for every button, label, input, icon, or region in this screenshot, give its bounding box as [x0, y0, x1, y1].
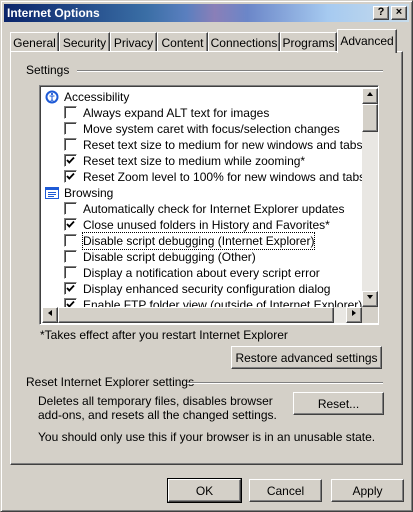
arrow-right-icon	[352, 310, 356, 316]
setting-item[interactable]: Display enhanced security configuration …	[42, 281, 362, 297]
checkbox-checked[interactable]	[64, 170, 77, 183]
setting-label: Reset Zoom level to 100% for new windows…	[83, 170, 362, 184]
settings-divider	[77, 70, 383, 72]
restore-advanced-settings-button[interactable]: Restore advanced settings	[231, 346, 382, 369]
setting-item[interactable]: Automatically check for Internet Explore…	[42, 201, 362, 217]
window-title: Internet Options	[7, 6, 100, 20]
reset-description-line1: Deletes all temporary files, disables br…	[38, 394, 273, 408]
reset-button[interactable]: Reset...	[293, 392, 384, 415]
reset-description-line2: add-ons, and resets all the changed sett…	[38, 408, 277, 422]
category-browsing: Browsing	[42, 185, 362, 201]
arrow-down-icon	[367, 295, 373, 299]
check-icon	[66, 300, 75, 307]
tab-programs[interactable]: Programs	[280, 32, 337, 52]
checkbox[interactable]	[64, 250, 77, 263]
setting-label: Reset text size to medium for new window…	[83, 138, 362, 152]
checkbox[interactable]	[64, 234, 77, 247]
category-label: Accessibility	[64, 90, 130, 104]
advanced-tab-panel: Settings Accessibility Always expand ALT…	[10, 51, 403, 465]
tab-advanced[interactable]: Advanced	[337, 29, 397, 53]
setting-label: Display a notification about every scrip…	[83, 266, 320, 280]
check-icon	[66, 220, 75, 228]
accessibility-icon	[45, 90, 59, 104]
close-button[interactable]: ×	[391, 6, 407, 20]
setting-item[interactable]: Close unused folders in History and Favo…	[42, 217, 362, 233]
arrow-left-icon	[48, 310, 52, 316]
checkbox[interactable]	[64, 202, 77, 215]
checkbox-checked[interactable]	[64, 282, 77, 295]
browsing-icon	[45, 187, 59, 199]
setting-label: Always expand ALT text for images	[83, 106, 270, 120]
horizontal-scroll-thumb[interactable]	[58, 307, 334, 323]
setting-label: Automatically check for Internet Explore…	[83, 202, 345, 216]
arrow-up-icon	[367, 92, 373, 96]
tab-connections[interactable]: Connections	[208, 32, 280, 52]
check-icon	[66, 284, 75, 292]
checkbox[interactable]	[64, 266, 77, 279]
tab-privacy[interactable]: Privacy	[110, 32, 157, 52]
apply-button[interactable]: Apply	[331, 479, 404, 502]
setting-label: Disable script debugging (Internet Explo…	[81, 232, 316, 250]
setting-label: Reset text size to medium while zooming*	[83, 154, 306, 168]
horizontal-scrollbar[interactable]	[42, 307, 362, 323]
scroll-down-button[interactable]	[362, 291, 378, 307]
vertical-scrollbar[interactable]	[362, 88, 378, 307]
ok-button[interactable]: OK	[167, 478, 242, 503]
scrollbar-corner	[362, 307, 378, 323]
setting-item-focused[interactable]: Disable script debugging (Internet Explo…	[42, 232, 362, 250]
setting-item[interactable]: Enable FTP folder view (outside of Inter…	[42, 297, 362, 307]
setting-item[interactable]: Always expand ALT text for images	[42, 105, 362, 121]
checkbox-checked[interactable]	[64, 298, 77, 307]
cancel-button[interactable]: Cancel	[249, 479, 322, 502]
tab-content[interactable]: Content	[157, 32, 208, 52]
checkbox-checked[interactable]	[64, 154, 77, 167]
setting-label: Disable script debugging (Other)	[83, 250, 256, 264]
category-accessibility: Accessibility	[42, 89, 362, 105]
scroll-right-button[interactable]	[346, 307, 362, 323]
scroll-up-button[interactable]	[362, 88, 378, 104]
tab-general[interactable]: General	[10, 32, 59, 52]
reset-group-label: Reset Internet Explorer settings	[26, 375, 195, 389]
category-label: Browsing	[64, 186, 114, 200]
settings-tree-list[interactable]: Accessibility Always expand ALT text for…	[39, 85, 379, 325]
settings-group-label: Settings	[26, 63, 70, 77]
setting-label: Close unused folders in History and Favo…	[83, 218, 330, 232]
check-icon	[66, 156, 75, 164]
vertical-scroll-thumb[interactable]	[362, 104, 378, 132]
internet-options-window: Internet Options ? × General Security Pr…	[0, 0, 413, 512]
help-button[interactable]: ?	[373, 6, 389, 20]
checkbox[interactable]	[64, 106, 77, 119]
title-bar[interactable]: Internet Options ? ×	[4, 4, 409, 22]
close-icon: ×	[395, 6, 403, 18]
checkbox[interactable]	[64, 138, 77, 151]
setting-item[interactable]: Reset Zoom level to 100% for new windows…	[42, 169, 362, 185]
checkbox[interactable]	[64, 122, 77, 135]
setting-item[interactable]: Reset text size to medium for new window…	[42, 137, 362, 153]
check-icon	[66, 172, 75, 180]
restart-note: *Takes effect after you restart Internet…	[40, 328, 288, 342]
settings-list-content: Accessibility Always expand ALT text for…	[42, 88, 362, 307]
setting-item[interactable]: Disable script debugging (Other)	[42, 249, 362, 265]
tab-security[interactable]: Security	[59, 32, 110, 52]
checkbox-checked[interactable]	[64, 218, 77, 231]
reset-divider	[187, 382, 383, 384]
setting-item[interactable]: Move system caret with focus/selection c…	[42, 121, 362, 137]
setting-label: Move system caret with focus/selection c…	[83, 122, 340, 136]
scroll-left-button[interactable]	[42, 307, 58, 323]
setting-item[interactable]: Display a notification about every scrip…	[42, 265, 362, 281]
reset-warning: You should only use this if your browser…	[38, 430, 376, 444]
setting-label: Display enhanced security configuration …	[83, 282, 331, 296]
setting-item[interactable]: Reset text size to medium while zooming*	[42, 153, 362, 169]
setting-label: Enable FTP folder view (outside of Inter…	[83, 298, 362, 307]
